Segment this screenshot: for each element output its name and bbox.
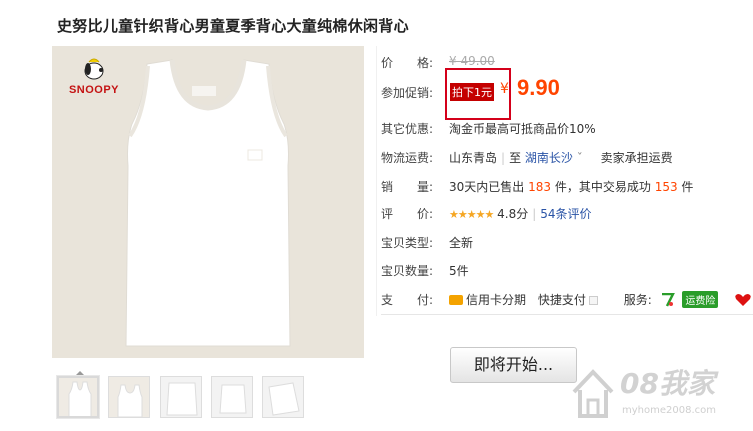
- heart-service-icon: [734, 293, 752, 310]
- watermark-url: myhome2008.com: [622, 405, 716, 416]
- shipping-info: 山东青岛 | 至 湖南长沙 ˇ 卖家承担运费: [449, 149, 673, 166]
- other-offer-label: 其它优惠:: [381, 122, 434, 136]
- watermark-text: 08我家: [620, 367, 715, 400]
- price-label: 价 格:: [381, 56, 434, 70]
- product-title: 史努比儿童针织背心男童夏季背心大童纯棉休闲背心: [57, 17, 409, 35]
- tank-top-image: [125, 59, 291, 347]
- other-offer-value: 淘金币最高可抵商品价10%: [449, 122, 596, 136]
- type-value: 全新: [449, 236, 474, 250]
- house-icon: [572, 369, 614, 418]
- thumbnail-3[interactable]: [160, 376, 202, 418]
- payment-info: 信用卡分期 快捷支付 服务: 运费险: [449, 291, 752, 310]
- section-divider: [381, 314, 753, 315]
- sold-count: 183: [528, 180, 552, 194]
- payment-label: 支 付:: [381, 293, 434, 307]
- star-rating-icon: ★★★★★: [449, 208, 494, 221]
- promo-currency: ¥: [500, 81, 509, 97]
- thumbnail-4[interactable]: [211, 376, 253, 418]
- quantity-label: 宝贝数量:: [381, 264, 434, 278]
- thumbnail-5[interactable]: [262, 376, 304, 418]
- promo-price: 9.90: [517, 75, 560, 100]
- ship-to-prefix: 至: [509, 151, 522, 165]
- promo-label: 参加促销:: [381, 86, 434, 100]
- dropdown-icon[interactable]: [588, 296, 598, 305]
- thumbnail-1[interactable]: [57, 376, 99, 418]
- reviews-link[interactable]: 54条评价: [540, 207, 591, 221]
- type-label: 宝贝类型:: [381, 236, 434, 250]
- separator: |: [532, 207, 537, 221]
- chevron-down-icon[interactable]: ˇ: [577, 151, 583, 165]
- column-divider: [376, 46, 377, 316]
- quantity-value: 5件: [449, 264, 469, 278]
- credit-installment[interactable]: 信用卡分期: [466, 293, 526, 307]
- service-label: 服务:: [623, 293, 652, 307]
- ship-to-select[interactable]: 湖南长沙: [525, 151, 573, 165]
- thumbnail-2[interactable]: [108, 376, 150, 418]
- rating-score: 4.8分: [497, 207, 529, 221]
- sales-suffix: 件: [681, 180, 694, 194]
- sales-prefix: 30天内已售出: [449, 180, 525, 194]
- shipping-insurance-badge: 运费险: [682, 291, 719, 308]
- sales-mid: 件，其中交易成功: [554, 180, 651, 194]
- shipping-fee: 卖家承担运费: [600, 151, 673, 165]
- main-product-image[interactable]: SNOOPY: [52, 46, 364, 358]
- sales-info: 30天内已售出 183 件，其中交易成功 153 件: [449, 178, 693, 195]
- success-count: 153: [654, 180, 678, 194]
- rating-label: 评 价:: [381, 207, 434, 221]
- separator: |: [501, 151, 506, 165]
- original-price: ¥ 49.00: [449, 54, 495, 68]
- coming-soon-button[interactable]: 即将开始...: [450, 347, 577, 383]
- rating-info: ★★★★★ 4.8分 | 54条评价: [449, 205, 592, 222]
- express-pay[interactable]: 快捷支付: [538, 293, 586, 307]
- sales-label: 销 量:: [381, 180, 434, 194]
- shipping-label: 物流运费:: [381, 151, 434, 165]
- site-watermark: 08我家 myhome2008.com: [568, 360, 753, 431]
- ship-from: 山东青岛: [449, 151, 498, 165]
- seven-day-return-icon: [660, 292, 675, 307]
- credit-card-icon: [449, 295, 463, 305]
